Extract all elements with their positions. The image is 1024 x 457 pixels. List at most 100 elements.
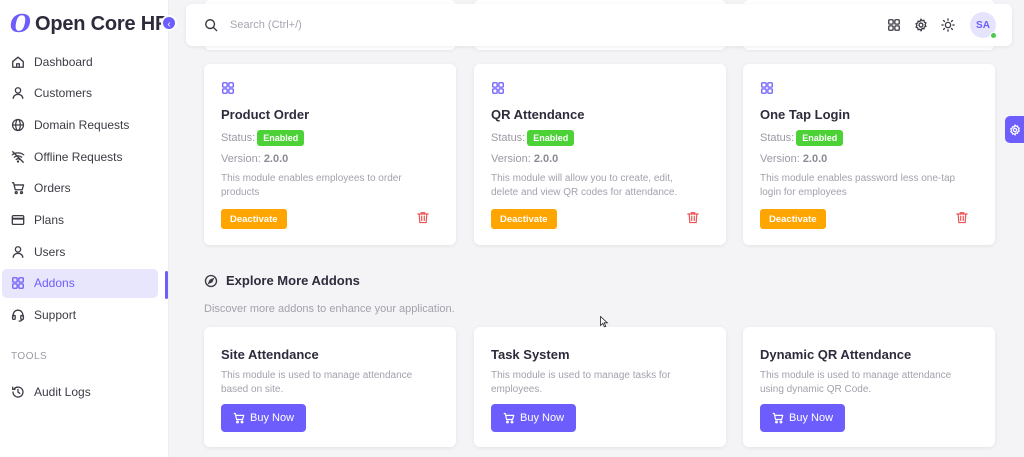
deactivate-button[interactable]: Deactivate (221, 209, 287, 229)
gear-icon (1009, 123, 1020, 136)
section-label-tools: TOOLS (11, 351, 48, 362)
buy-now-button[interactable]: Buy Now (221, 404, 307, 432)
trash-icon[interactable] (417, 211, 429, 224)
addon-description: This module enables employees to order p… (221, 173, 402, 198)
globe-icon (11, 118, 25, 132)
explore-addon-card: Dynamic QR Attendance This module is use… (743, 327, 995, 447)
sidebar-item-plans[interactable]: Plans (2, 205, 158, 234)
trash-icon[interactable] (687, 211, 699, 224)
buy-now-label: Buy Now (520, 412, 565, 424)
user-icon (11, 86, 25, 100)
grid-icon (11, 276, 25, 290)
sidebar-item-label: Orders (34, 181, 71, 196)
addon-status: Status: Enabled (221, 130, 305, 146)
sidebar-nav: Dashboard Customers Domain Requests Offl… (0, 47, 169, 332)
cart-icon (772, 412, 784, 424)
status-label: Status: (760, 132, 795, 144)
sidebar-item-audit-logs[interactable]: Audit Logs (2, 377, 158, 406)
search-input[interactable] (230, 15, 530, 35)
addon-description: This module will allow you to create, ed… (491, 173, 678, 198)
addon-version: Version: 2.0.0 (221, 153, 288, 165)
addon-version: Version: 2.0.0 (760, 153, 827, 165)
cart-icon (11, 181, 25, 195)
buy-now-label: Buy Now (250, 412, 295, 424)
trash-icon[interactable] (956, 211, 968, 224)
brand-logo: O (10, 9, 31, 38)
buy-now-label: Buy Now (789, 412, 834, 424)
grid-icon (760, 81, 774, 95)
credit-card-icon (11, 213, 25, 227)
version-label: Version: (760, 153, 800, 165)
addon-status: Status: Enabled (760, 130, 844, 146)
status-label: Status: (491, 132, 526, 144)
mouse-cursor-icon (600, 316, 609, 328)
addon-title: One Tap Login (760, 107, 851, 122)
sidebar-item-label: Addons (34, 276, 75, 291)
addon-description: This module is used to manage tasks for … (491, 370, 671, 395)
sidebar-item-orders[interactable]: Orders (2, 174, 158, 203)
addon-title: Site Attendance (221, 347, 319, 362)
sidebar-item-dashboard[interactable]: Dashboard (2, 47, 158, 76)
explore-addon-card: Site Attendance This module is used to m… (204, 327, 456, 447)
online-status-dot (990, 32, 997, 39)
grid-icon (221, 81, 235, 95)
addon-description: This module is used to manage attendance… (221, 370, 413, 395)
search-icon[interactable] (204, 18, 218, 32)
active-indicator (165, 271, 168, 299)
deactivate-button[interactable]: Deactivate (491, 209, 557, 229)
addon-card: QR Attendance Status: Enabled Version: 2… (474, 64, 726, 245)
sidebar-item-addons[interactable]: Addons (2, 268, 158, 298)
collapse-sidebar-button[interactable]: ‹ (161, 15, 177, 31)
version-label: Version: (491, 153, 531, 165)
sidebar-item-label: Users (34, 244, 66, 259)
version-label: Version: (221, 153, 261, 165)
addon-title: Task System (491, 347, 570, 362)
user-icon (11, 245, 25, 259)
status-label: Status: (221, 132, 256, 144)
section-title: Explore More Addons (226, 273, 360, 288)
sidebar-item-label: Offline Requests (34, 149, 123, 164)
version-value: 2.0.0 (802, 153, 828, 165)
sidebar-item-support[interactable]: Support (2, 301, 158, 330)
explore-addon-card: Task System This module is used to manag… (474, 327, 726, 447)
buy-now-button[interactable]: Buy Now (760, 404, 846, 432)
addon-description: This module enables password less one-ta… (760, 173, 956, 198)
sidebar-item-label: Plans (34, 212, 65, 227)
top-navbar: SA (186, 4, 1012, 46)
wifi-off-icon (11, 150, 25, 164)
status-badge: Enabled (527, 130, 575, 146)
brand[interactable]: O Open Core HR (10, 10, 169, 38)
sidebar-item-label: Dashboard (34, 54, 93, 69)
version-value: 2.0.0 (263, 153, 289, 165)
buy-now-button[interactable]: Buy Now (491, 404, 577, 432)
history-icon (11, 385, 25, 399)
grid-icon[interactable] (887, 18, 901, 32)
headset-icon (11, 308, 25, 322)
addon-version: Version: 2.0.0 (491, 153, 558, 165)
customizer-toggle[interactable] (1005, 116, 1024, 143)
sidebar-item-label: Domain Requests (34, 117, 130, 132)
sidebar-item-offline-requests[interactable]: Offline Requests (2, 142, 158, 171)
topbar-actions: SA (874, 12, 997, 39)
grid-icon (491, 81, 505, 95)
sun-icon[interactable] (941, 18, 955, 32)
addon-card: Product Order Status: Enabled Version: 2… (204, 64, 456, 245)
addon-status: Status: Enabled (491, 130, 575, 146)
addon-title: Dynamic QR Attendance (760, 347, 912, 362)
sidebar-item-label: Customers (34, 86, 93, 101)
gear-icon[interactable] (914, 18, 928, 32)
explore-heading: Explore More Addons (204, 273, 360, 288)
sidebar-item-customers[interactable]: Customers (2, 79, 158, 108)
home-icon (11, 55, 25, 69)
avatar[interactable]: SA (970, 12, 997, 39)
sidebar-item-users[interactable]: Users (2, 237, 158, 266)
sidebar-item-label: Audit Logs (34, 384, 91, 399)
sidebar: O Open Core HR Dashboard Customers Domai… (0, 0, 169, 457)
cart-icon (503, 412, 515, 424)
section-subtitle: Discover more addons to enhance your app… (204, 303, 455, 315)
status-badge: Enabled (257, 130, 305, 146)
sidebar-tools-nav: Audit Logs (0, 377, 169, 409)
addon-title: QR Attendance (491, 107, 585, 122)
deactivate-button[interactable]: Deactivate (760, 209, 826, 229)
sidebar-item-domain-requests[interactable]: Domain Requests (2, 110, 158, 139)
